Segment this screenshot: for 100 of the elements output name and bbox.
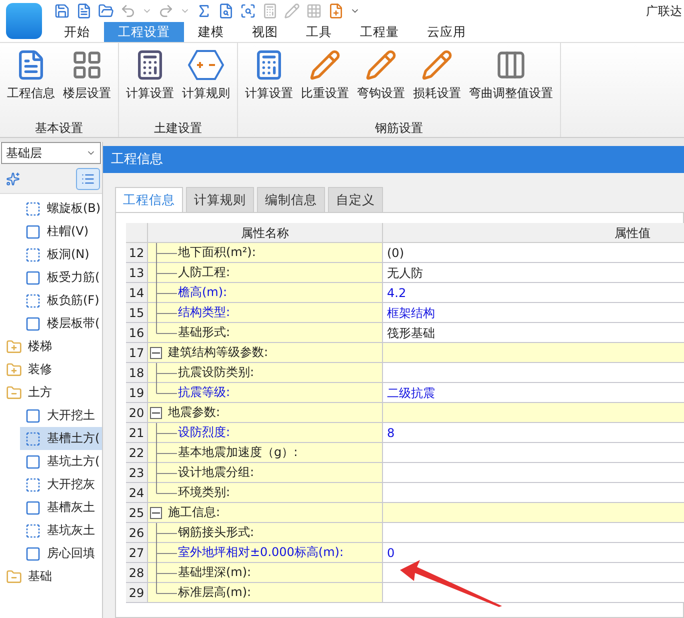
add-icon[interactable] <box>6 172 20 186</box>
tree-folder[interactable]: 基础 <box>0 565 102 588</box>
group-name: 建筑结构等级参数: <box>168 344 268 361</box>
list-view-button[interactable] <box>76 168 100 190</box>
ribbon-button[interactable]: 弯曲调整值设置 <box>466 47 556 106</box>
square-icon <box>25 292 41 308</box>
property-name: 环境类别: <box>178 484 230 501</box>
dialog-tab[interactable]: 编制信息 <box>257 187 325 212</box>
ribbon-button[interactable]: 工程信息 <box>4 47 58 106</box>
property-name: 基础埋深(m): <box>178 564 252 581</box>
collapse-toggle[interactable] <box>150 506 162 518</box>
row-number: 25 <box>126 503 148 523</box>
folder-icon <box>6 362 22 378</box>
document-icon[interactable] <box>76 3 92 19</box>
ribbon-button[interactable]: 计算规则 <box>179 47 233 106</box>
floor-select[interactable]: 基础层 <box>1 142 101 164</box>
app-title: 广联达 <box>646 2 683 20</box>
tree-item[interactable]: 板受力筋( <box>0 266 102 289</box>
menu-tab[interactable]: 工程量 <box>346 22 413 42</box>
dialog-tab[interactable]: 计算规则 <box>186 187 254 212</box>
tree-item[interactable]: 基槽灰土 <box>0 496 102 519</box>
collapse-toggle[interactable] <box>150 346 162 358</box>
row-number: 18 <box>126 363 148 383</box>
row-number: 13 <box>126 263 148 283</box>
grid-icon[interactable] <box>306 3 322 19</box>
tree-item[interactable]: 基坑灰土 <box>0 519 102 542</box>
property-value-cell[interactable]: 框架结构 <box>383 303 684 323</box>
property-value-cell[interactable]: 无人防 <box>383 263 684 283</box>
tree-connector-icon <box>156 263 177 283</box>
menu-tab[interactable]: 建模 <box>184 22 238 42</box>
redo-icon[interactable] <box>158 3 174 19</box>
dialog-tab[interactable]: 自定义 <box>328 187 383 212</box>
calculator-icon[interactable] <box>262 3 278 19</box>
menu-tab[interactable]: 开始 <box>50 22 104 42</box>
tree-folder[interactable]: 土方 <box>0 381 102 404</box>
ribbon-button[interactable]: 损耗设置 <box>410 47 464 106</box>
property-value-cell[interactable]: 筏形基础 <box>383 323 684 343</box>
tree-item[interactable]: 基坑土方( <box>0 450 102 473</box>
pencil-icon <box>309 49 341 81</box>
dialog-tab[interactable]: 工程信息 <box>115 187 183 212</box>
collapse-toggle[interactable] <box>150 406 162 418</box>
row-number: 29 <box>126 583 148 603</box>
save-icon[interactable] <box>54 3 70 19</box>
property-name: 基本地震加速度（g）: <box>178 444 298 461</box>
tree-folder[interactable]: 楼梯 <box>0 335 102 358</box>
tree-item[interactable]: 楼层板带( <box>0 312 102 335</box>
tree-item[interactable]: 大开挖灰 <box>0 473 102 496</box>
row-number: 23 <box>126 463 148 483</box>
property-name: 设防烈度: <box>178 424 230 441</box>
menu-tab[interactable]: 视图 <box>238 22 292 42</box>
search-icon[interactable] <box>240 3 256 19</box>
property-value-cell[interactable]: 0 <box>383 543 684 563</box>
tree-connector-icon <box>156 283 177 303</box>
app-logo[interactable] <box>6 3 42 39</box>
ribbon-button[interactable]: 弯钩设置 <box>354 47 408 106</box>
folder-icon <box>6 338 22 354</box>
tree-item[interactable]: 房心回填 <box>0 542 102 565</box>
tree-item[interactable]: 基槽土方( <box>20 427 102 450</box>
row-number: 20 <box>126 403 148 423</box>
ribbon-button[interactable]: 计算设置 <box>242 47 296 106</box>
ribbon-button[interactable]: 计算设置 <box>123 47 177 106</box>
row-number: 15 <box>126 303 148 323</box>
corner-cell <box>126 223 148 243</box>
row-number: 28 <box>126 563 148 583</box>
file-search-icon[interactable] <box>218 3 234 19</box>
property-value-cell[interactable]: (0) <box>383 243 684 263</box>
group-name: 施工信息: <box>168 504 220 521</box>
tree-item[interactable]: 板负筋(F) <box>0 289 102 312</box>
row-number: 26 <box>126 523 148 543</box>
row-number: 22 <box>126 443 148 463</box>
property-name: 标准层高(m): <box>178 584 252 601</box>
pencil-icon <box>365 49 397 81</box>
open-folder-icon[interactable] <box>98 3 114 19</box>
square-icon <box>25 430 41 446</box>
file-plus-icon[interactable] <box>328 3 344 19</box>
square-icon <box>25 546 41 562</box>
pencil-icon[interactable] <box>284 3 300 19</box>
square-icon <box>25 270 41 286</box>
property-value-cell[interactable]: 8 <box>383 423 684 443</box>
tree-item[interactable]: 柱帽(V) <box>0 220 102 243</box>
square-icon <box>25 200 41 216</box>
property-name: 结构类型: <box>178 304 230 321</box>
square-icon <box>25 454 41 470</box>
ribbon-button[interactable]: 楼层设置 <box>60 47 114 106</box>
ribbon-button[interactable]: 比重设置 <box>298 47 352 106</box>
row-number: 17 <box>126 343 148 363</box>
tree-item[interactable]: 板洞(N) <box>0 243 102 266</box>
property-value-cell[interactable]: 4.2 <box>383 283 684 303</box>
tree-item[interactable]: 大开挖土 <box>0 404 102 427</box>
property-name: 钢筋接头形式: <box>178 524 254 541</box>
menu-tab[interactable]: 工具 <box>292 22 346 42</box>
property-name: 抗震设防类别: <box>178 364 254 381</box>
dialog-title: 工程信息 <box>103 146 684 173</box>
tree-item[interactable]: 螺旋板(B) <box>0 197 102 220</box>
undo-icon[interactable] <box>120 3 136 19</box>
hexagon-icon <box>188 49 224 81</box>
property-value-cell[interactable]: 二级抗震 <box>383 383 684 403</box>
tree-folder[interactable]: 装修 <box>0 358 102 381</box>
menu-tab[interactable]: 云应用 <box>413 22 480 42</box>
row-number: 21 <box>126 423 148 443</box>
